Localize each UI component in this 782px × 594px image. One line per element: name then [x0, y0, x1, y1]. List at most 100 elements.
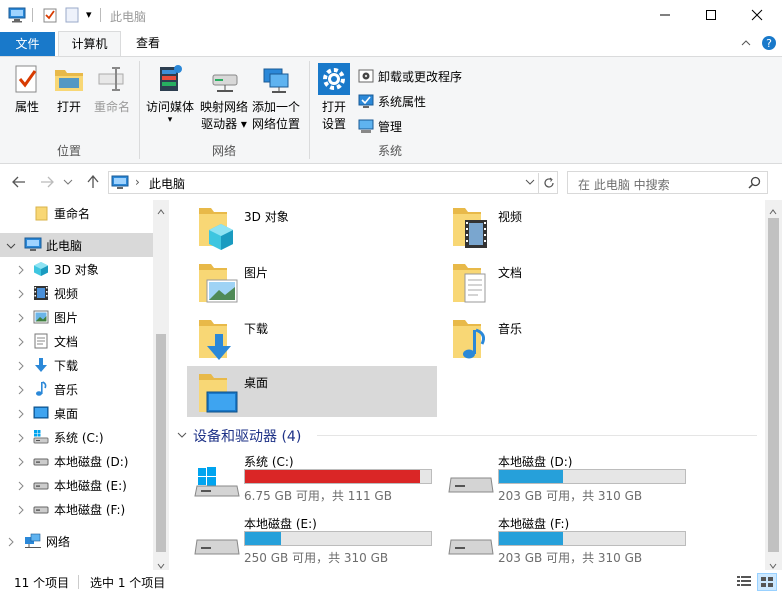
qat-dropdown[interactable]: ▾ [86, 8, 92, 21]
tiles-view-icon[interactable] [757, 573, 777, 591]
settings-gear-icon [318, 63, 350, 95]
devices-section-header[interactable]: 设备和驱动器 (4) [177, 426, 301, 446]
folder-pictures[interactable]: 图片 [187, 256, 437, 310]
chevron-right-icon[interactable] [16, 408, 26, 419]
folder-documents[interactable]: 文档 [441, 256, 691, 310]
chevron-right-icon[interactable] [16, 264, 26, 275]
chevron-right-icon[interactable] [16, 384, 26, 395]
chevron-right-icon[interactable] [16, 480, 26, 491]
collapse-ribbon-icon[interactable] [740, 37, 752, 51]
chevron-right-icon[interactable] [16, 312, 26, 323]
nav-item-videos[interactable]: 视频 [0, 281, 153, 305]
videos-folder-icon [453, 208, 487, 248]
nav-item-documents[interactable]: 文档 [0, 329, 153, 353]
open-settings-button[interactable]: 打开 设置 [316, 63, 352, 133]
documents-icon [33, 333, 49, 349]
manage-button[interactable]: 管理 [358, 116, 402, 136]
nav-item-drive-f[interactable]: 本地磁盘 (F:) [0, 497, 153, 521]
desktop-icon [33, 405, 49, 421]
navigation-pane: 重命名 此电脑 3D 对象 视频 图片 文档 下载 音乐 桌面 系统 (C:) … [0, 200, 169, 570]
drive-c[interactable]: 系统 (C:) 6.75 GB 可用，共 111 GB [187, 452, 437, 508]
tab-view[interactable]: 查看 [122, 31, 174, 57]
search-input[interactable]: 在 此电脑 中搜索 [567, 171, 768, 194]
help-icon[interactable]: ? [761, 35, 777, 54]
folder-3d-objects[interactable]: 3D 对象 [187, 200, 437, 254]
add-network-location-button[interactable]: 添加一个 网络位置 [250, 63, 302, 133]
system-drive-icon [33, 429, 49, 445]
nav-item-drive-d[interactable]: 本地磁盘 (D:) [0, 449, 153, 473]
nav-scrollbar[interactable] [153, 200, 169, 570]
chevron-right-icon[interactable] [16, 360, 26, 371]
forward-button[interactable] [38, 173, 56, 191]
documents-folder-icon [453, 264, 486, 303]
address-bar[interactable]: › 此电脑 [108, 171, 558, 194]
selected-count: 选中 1 个项目 [90, 576, 166, 590]
nav-item-3d-objects[interactable]: 3D 对象 [0, 257, 153, 281]
drive-d[interactable]: 本地磁盘 (D:) 203 GB 可用，共 310 GB [441, 452, 691, 508]
scroll-up-icon[interactable] [769, 204, 777, 218]
nav-item-pictures[interactable]: 图片 [0, 305, 153, 329]
folder-videos[interactable]: 视频 [441, 200, 691, 254]
chevron-right-icon[interactable] [16, 432, 26, 443]
window-title: 此电脑 [110, 10, 147, 24]
drive-e[interactable]: 本地磁盘 (E:) 250 GB 可用，共 310 GB [187, 514, 437, 570]
breadcrumb-this-pc[interactable]: 此电脑 [149, 175, 185, 192]
back-button[interactable] [10, 173, 28, 191]
address-row: › 此电脑 在 此电脑 中搜索 [0, 164, 782, 200]
3d-objects-icon [33, 261, 49, 277]
this-pc-icon [24, 237, 42, 253]
address-dropdown[interactable] [525, 176, 535, 191]
close-button[interactable] [734, 0, 780, 30]
chevron-down-icon[interactable] [6, 240, 16, 250]
uninstall-icon [358, 68, 374, 84]
scroll-up-icon[interactable] [157, 204, 165, 218]
tab-file[interactable]: 文件 [0, 32, 55, 56]
content-scroll-thumb[interactable] [768, 218, 779, 552]
chevron-right-icon[interactable] [16, 504, 26, 515]
nav-item-rename[interactable]: 重命名 [0, 201, 153, 225]
group-label-location: 位置 [56, 144, 81, 158]
pictures-folder-icon [199, 264, 238, 303]
chevron-right-icon[interactable] [6, 536, 16, 547]
map-network-drive-button[interactable]: 映射网络 驱动器 ▾ [198, 63, 250, 133]
content-scrollbar[interactable] [765, 200, 782, 570]
minimize-button[interactable] [642, 0, 688, 30]
chevron-right-icon[interactable] [16, 336, 26, 347]
recent-locations-dropdown[interactable] [62, 173, 74, 191]
nav-item-desktop[interactable]: 桌面 [0, 401, 153, 425]
properties-button[interactable]: 属性 [8, 63, 46, 116]
drive-f[interactable]: 本地磁盘 (F:) 203 GB 可用，共 310 GB [441, 514, 691, 570]
open-button[interactable]: 打开 [52, 63, 86, 116]
uninstall-programs-button[interactable]: 卸载或更改程序 [358, 66, 462, 86]
folder-music[interactable]: 音乐 [441, 312, 691, 366]
download-arrow-icon [33, 357, 49, 373]
this-pc-icon[interactable] [8, 7, 26, 26]
properties-check-icon[interactable] [42, 7, 58, 26]
nav-item-this-pc[interactable]: 此电脑 [0, 233, 153, 257]
chevron-right-icon[interactable] [16, 288, 26, 299]
folder-downloads[interactable]: 下载 [187, 312, 437, 366]
nav-item-drive-e[interactable]: 本地磁盘 (E:) [0, 473, 153, 497]
search-placeholder: 在 此电脑 中搜索 [578, 178, 670, 192]
details-view-icon[interactable] [736, 575, 752, 592]
tab-computer[interactable]: 计算机 [58, 31, 121, 58]
maximize-button[interactable] [688, 0, 734, 30]
access-media-button[interactable]: 访问媒体 ▾ [144, 63, 196, 125]
nav-item-music[interactable]: 音乐 [0, 377, 153, 401]
nav-item-drive-c[interactable]: 系统 (C:) [0, 425, 153, 449]
up-button[interactable] [84, 173, 102, 191]
rename-button[interactable]: 重命名 [90, 63, 134, 116]
system-properties-button[interactable]: 系统属性 [358, 91, 426, 111]
drive-usage-bar [498, 531, 686, 546]
folder-desktop[interactable]: 桌面 [187, 366, 437, 417]
nav-item-downloads[interactable]: 下载 [0, 353, 153, 377]
new-folder-icon[interactable] [64, 7, 80, 26]
chevron-right-icon[interactable] [16, 456, 26, 467]
drive-usage-fill [245, 532, 281, 545]
refresh-button[interactable] [538, 173, 558, 193]
breadcrumb-separator[interactable]: › [135, 175, 140, 189]
chevron-down-icon[interactable] [177, 427, 187, 443]
nav-item-network[interactable]: 网络 [0, 529, 153, 553]
ribbon: 属性 打开 重命名 位置 访问媒体 ▾ 映射网络 驱动器 ▾ 添加一个 网络位置… [0, 56, 782, 164]
nav-scroll-thumb[interactable] [156, 334, 166, 552]
